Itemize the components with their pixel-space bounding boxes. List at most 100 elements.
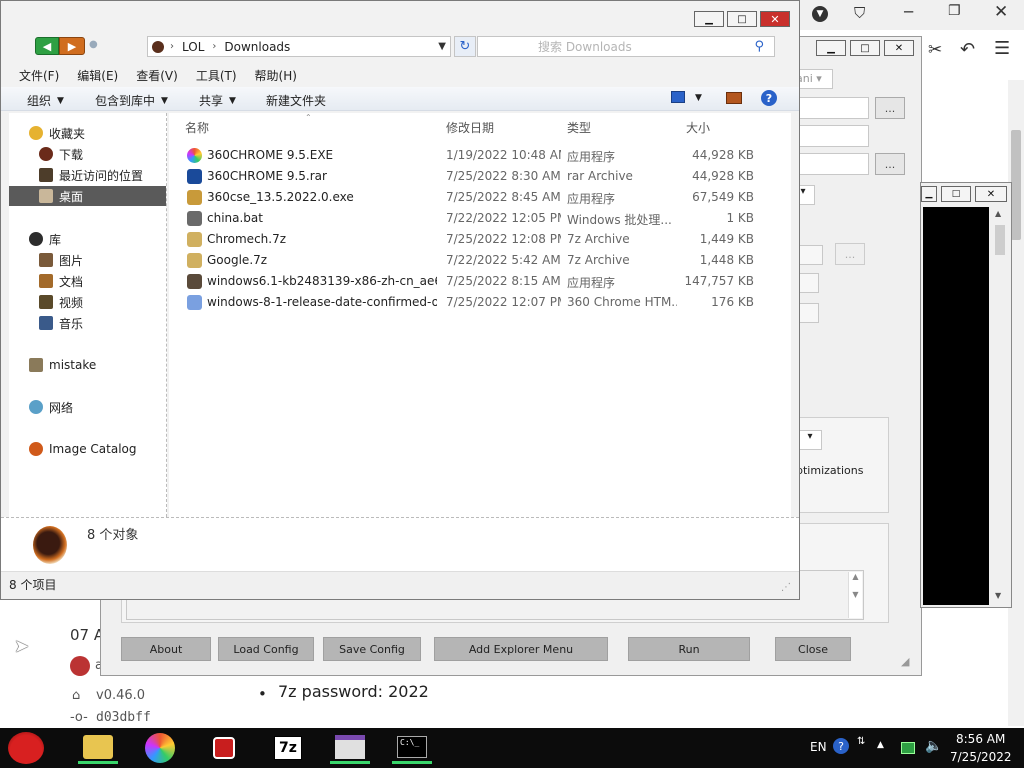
nav-pictures[interactable]: 图片 [39, 250, 83, 270]
console-maximize-button[interactable]: □ [941, 186, 971, 202]
add-explorer-menu-button[interactable]: Add Explorer Menu [434, 637, 608, 661]
column-type[interactable]: 类型 [567, 119, 591, 136]
run-button[interactable]: Run [628, 637, 750, 661]
console-scrollbar[interactable]: ▲ ▼ [991, 207, 1009, 605]
include-library-button[interactable]: 包含到库中 ▼ [95, 92, 168, 109]
back-button[interactable]: ◀ [35, 37, 59, 55]
organize-button[interactable]: 组织 ▼ [27, 92, 64, 109]
share-button[interactable]: 共享 ▼ [199, 92, 236, 109]
clock-time[interactable]: 8:56 AM [956, 732, 1005, 746]
refresh-button[interactable]: ↻ [454, 36, 476, 57]
volume-icon[interactable]: 🔈 [925, 738, 942, 754]
taskbar-explorer[interactable] [78, 732, 118, 764]
path-field-2[interactable] [791, 125, 869, 147]
taskbar-app-red[interactable] [204, 732, 244, 764]
nav-desktop[interactable]: 桌面 [9, 186, 166, 206]
shield-icon[interactable]: ▼ [812, 6, 828, 22]
show-hidden-icons[interactable]: ▲ [877, 740, 884, 750]
address-dropdown-icon[interactable]: ▼ [438, 41, 446, 52]
breadcrumb-downloads[interactable]: Downloads [224, 40, 290, 54]
file-row[interactable]: china.bat 7/22/2022 12:05 PM Windows 批处理..… [169, 208, 789, 229]
avatar[interactable] [70, 656, 90, 676]
taskbar-console[interactable]: C:\_ [392, 732, 432, 764]
search-input[interactable]: 搜索 Downloads [538, 38, 632, 55]
nav-image-catalog[interactable]: Image Catalog [29, 439, 136, 459]
close-icon[interactable]: ✕ [994, 2, 1008, 22]
explorer-close-button[interactable]: ✕ [760, 11, 790, 27]
recent-pages-icon[interactable]: ● [89, 39, 98, 50]
explorer-maximize-button[interactable]: □ [727, 11, 757, 27]
menu-tools[interactable]: 工具(T) [196, 67, 237, 84]
console-close-button[interactable]: ✕ [975, 186, 1007, 202]
chevron-down-icon[interactable]: ▼ [695, 93, 702, 103]
menu-view[interactable]: 查看(V) [136, 67, 178, 84]
taskbar-360chrome[interactable] [140, 732, 180, 764]
help-icon[interactable]: ? [761, 90, 777, 106]
new-folder-button[interactable]: 新建文件夹 [266, 92, 326, 109]
file-row[interactable]: windows-8-1-release-date-confirmed-oc...… [169, 292, 789, 313]
shirt-icon[interactable]: ⛉ [854, 4, 865, 22]
input-method-icon[interactable]: ⇅ [857, 736, 865, 747]
menu-help[interactable]: 帮助(H) [255, 67, 297, 84]
dialog-minimize-button[interactable]: ▁ [816, 40, 846, 56]
undo-icon[interactable]: ↶ [960, 39, 975, 60]
browse-button-1[interactable]: ... [875, 97, 905, 119]
column-size[interactable]: 大小 [686, 119, 710, 136]
file-row[interactable]: 360cse_13.5.2022.0.exe 7/25/2022 8:45 AM 应… [169, 187, 789, 208]
forward-button[interactable]: ▶ [59, 37, 85, 55]
explorer-minimize-button[interactable]: ▁ [694, 11, 724, 27]
file-row[interactable]: Google.7z 7/22/2022 5:42 AM 7z Archive 1,44… [169, 250, 789, 271]
column-name[interactable]: 名称 [185, 119, 209, 136]
start-button[interactable] [4, 728, 48, 768]
console-minimize-button[interactable]: ▁ [921, 186, 937, 202]
nav-videos[interactable]: 视频 [39, 292, 83, 312]
search-icon[interactable]: ⚲ [754, 39, 764, 54]
resize-grip-icon[interactable]: ⋰ [781, 582, 791, 593]
save-config-button[interactable]: Save Config [323, 637, 421, 661]
nav-documents[interactable]: 文档 [39, 271, 83, 291]
file-row[interactable]: 360CHROME 9.5.EXE 1/19/2022 10:48 AM 应用程序 4… [169, 145, 789, 166]
about-button[interactable]: About [121, 637, 211, 661]
language-indicator[interactable]: EN [810, 740, 827, 754]
menu-file[interactable]: 文件(F) [19, 67, 59, 84]
file-row[interactable]: Chromech.7z 7/25/2022 12:08 PM 7z Archive 1… [169, 229, 789, 250]
nav-recent-places[interactable]: 最近访问的位置 [39, 165, 143, 185]
minimize-icon[interactable]: ─ [904, 3, 913, 21]
dialog-close-button[interactable]: ✕ [884, 40, 914, 56]
menu-icon[interactable]: ☰ [994, 38, 1010, 59]
menu-edit[interactable]: 编辑(E) [77, 67, 118, 84]
nav-libraries[interactable]: 库 [29, 229, 61, 249]
file-row[interactable]: windows6.1-kb2483139-x86-zh-cn_ae61e... 7… [169, 271, 789, 292]
nav-favorites[interactable]: 收藏夹 [29, 123, 85, 143]
taskbar-config-app[interactable] [330, 732, 370, 764]
dialog-maximize-button[interactable]: □ [850, 40, 880, 56]
nav-downloads[interactable]: 下载 [39, 144, 83, 164]
help-tray-icon[interactable]: ? [833, 738, 849, 754]
browse-button-2[interactable]: ... [875, 153, 905, 175]
scissors-icon[interactable]: ✂ [928, 40, 942, 60]
view-options-icon[interactable] [671, 91, 685, 103]
commit-hash[interactable]: d03dbff [96, 710, 151, 725]
network-tray-icon[interactable] [901, 742, 915, 754]
resize-grip-icon[interactable]: ◢ [901, 655, 909, 668]
nav-music[interactable]: 音乐 [39, 313, 83, 333]
log-scrollbar[interactable]: ▲ ▼ [848, 572, 862, 618]
column-modified[interactable]: 修改日期 [446, 119, 494, 136]
options-select[interactable]: ▾ [798, 430, 822, 450]
close-button[interactable]: Close [775, 637, 851, 661]
version-tag[interactable]: v0.46.0 [96, 688, 145, 703]
nav-mistake[interactable]: mistake [29, 355, 96, 375]
path-field-3[interactable] [791, 153, 869, 175]
path-field-1[interactable] [791, 97, 869, 119]
clock-date[interactable]: 7/25/2022 [950, 750, 1012, 764]
preview-pane-icon[interactable] [726, 92, 742, 104]
console-screen[interactable] [923, 207, 989, 605]
search-box[interactable]: 搜索 Downloads ⚲ [477, 36, 775, 57]
load-config-button[interactable]: Load Config [218, 637, 314, 661]
file-row[interactable]: 360CHROME 9.5.rar 7/25/2022 8:30 AM rar Ar… [169, 166, 789, 187]
address-bar[interactable]: › LOL › Downloads ▼ [147, 36, 451, 57]
breadcrumb-lol[interactable]: LOL [182, 40, 204, 54]
restore-icon[interactable]: ❐ [948, 3, 961, 19]
taskbar-7zip[interactable]: 7z [268, 732, 308, 764]
nav-network[interactable]: 网络 [29, 397, 73, 417]
